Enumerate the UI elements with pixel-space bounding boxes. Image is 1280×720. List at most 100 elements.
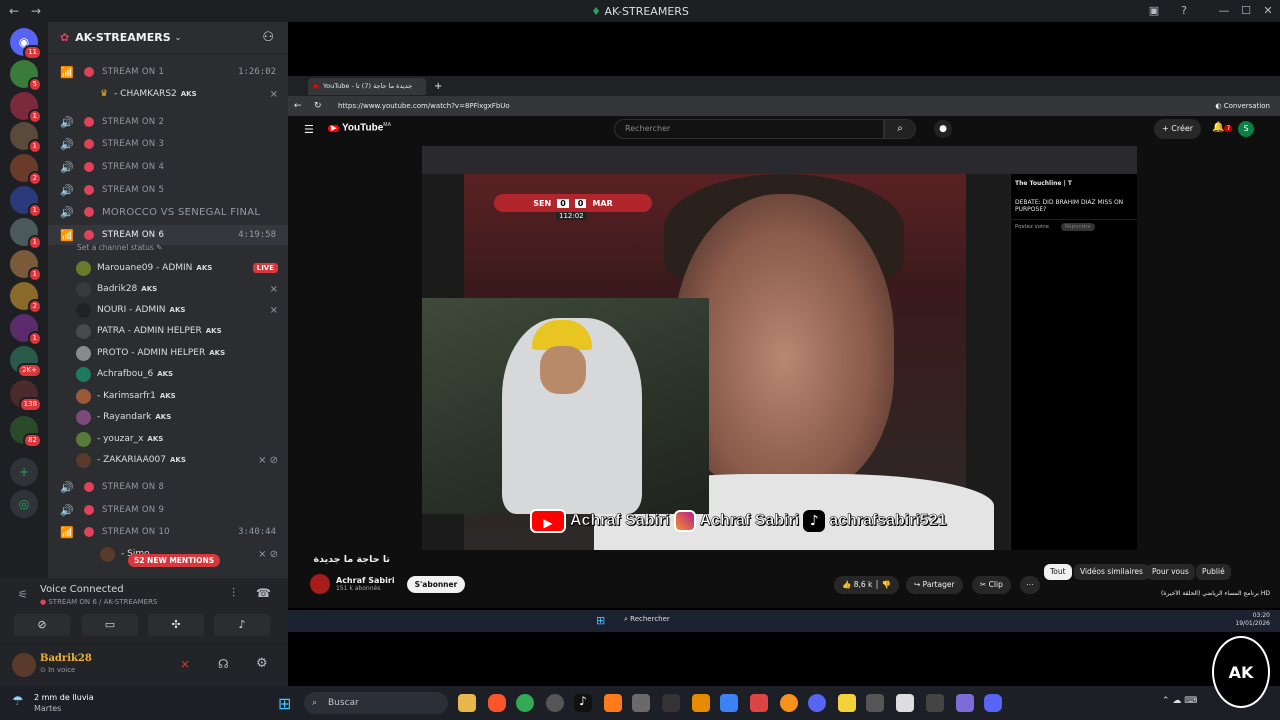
new-mentions-pill[interactable]: 52 NEW MENTIONS [128,554,221,567]
share-button[interactable]: ↪ Partager [906,576,963,594]
voice-user[interactable]: ♛ - CHAMKARS2 AKS ⨯ [76,84,284,104]
tiktok-icon[interactable]: ♪ [574,694,592,712]
voice-user[interactable]: Achrafbou_6 AKS [76,364,284,384]
app-icon[interactable] [604,694,622,712]
server-icon[interactable]: 2 [10,154,42,186]
subscribe-button[interactable]: S'abonner [406,575,466,593]
invite-people-icon[interactable]: ⚇ [262,30,274,45]
app-icon[interactable] [750,694,768,712]
like-button[interactable]: 👍 8,6 k │ 👎 [834,576,900,594]
server-icon[interactable]: 2K+ [10,346,42,378]
app-icon[interactable] [866,694,884,712]
screen-share-button[interactable]: ▭ [82,614,138,636]
discord-active-icon[interactable] [984,694,1002,712]
microphone-icon[interactable]: ● [934,120,952,138]
windows-start-icon[interactable]: ⊞ [278,694,291,713]
app-icon[interactable] [632,694,650,712]
chip-related[interactable]: Vidéos similaires [1074,564,1149,580]
browser-tab[interactable]: ▶ YouTube - جديدة ما حاجة (7) تا [308,77,426,95]
add-server-icon[interactable]: + [10,458,38,486]
forward-icon[interactable]: → [28,4,44,18]
voice-channel-final[interactable]: 🔊 MOROCCO VS SENEGAL FINAL [48,202,288,222]
chip-published[interactable]: Publié [1196,564,1231,580]
headphones-icon[interactable]: ☊ [218,657,229,671]
voice-channel-stream-5[interactable]: 🔊 STREAM ON 5 [48,180,288,200]
help-icon[interactable]: ? [1170,0,1198,22]
avatar[interactable] [12,653,36,677]
server-icon[interactable]: 2 [10,282,42,314]
disconnect-icon[interactable]: ☎ [256,586,271,600]
voice-user[interactable]: - ZAKARIAA007 AKS ⨯ ⊘ [76,450,284,470]
mic-muted-icon[interactable]: ⨯ [180,657,190,671]
url-field[interactable]: https://www.youtube.com/watch?v=8PFixgxF… [338,102,510,110]
voice-user[interactable]: PROTO - ADMIN HELPER AKS [76,343,284,363]
youtube-search-input[interactable]: Rechercher [614,119,884,139]
chip-for-you[interactable]: Pour vous [1146,564,1195,580]
guild-header[interactable]: ✿ AK-STREAMERS ⌄ ⚇ [48,22,288,54]
brave-browser-icon[interactable] [488,694,506,712]
server-icon[interactable]: 1 [10,122,42,154]
server-icon[interactable]: 1 [10,250,42,282]
notes-icon[interactable] [838,694,856,712]
channel-name[interactable]: Achraf Sabiri [336,576,395,585]
voice-user[interactable]: PATRA - ADMIN HELPER AKS [76,321,284,341]
gear-icon[interactable]: ⚙ [256,656,268,671]
channel-avatar[interactable] [310,574,330,594]
weather-icon[interactable]: ☂ [12,694,24,709]
voice-channel-stream-9[interactable]: 🔊 STREAM ON 9 [48,500,288,520]
server-icon[interactable]: 5 [10,60,42,92]
account-avatar[interactable]: S [1238,121,1254,137]
back-icon[interactable]: ← [294,101,302,111]
voice-channel-stream-6[interactable]: 📶 STREAM ON 6 4:19:58 [48,225,288,245]
server-folder-icon[interactable]: 82 [10,416,42,448]
new-tab-icon[interactable]: + [434,81,442,92]
channel-status-prompt[interactable]: Set a channel status ✎ [77,243,162,252]
voice-user[interactable]: NOURI - ADMIN AKS ⨯ [76,300,284,320]
discord-icon[interactable] [808,694,826,712]
recommended-video-title[interactable]: HD برنامج المساء الرياضي (الحلقة الأخيرة… [1150,590,1270,597]
create-button[interactable]: + Créer [1154,119,1202,139]
server-icon[interactable]: 1 [10,314,42,346]
store-icon[interactable] [926,694,944,712]
app-icon[interactable] [956,694,974,712]
youtube-logo[interactable]: ▶ YouTubeMA [328,122,391,133]
search-icon[interactable]: ⌕ [884,119,916,139]
system-tray-icons[interactable]: ⌃ ☁ ⌨ [1162,696,1197,706]
voice-channel-stream-4[interactable]: 🔊 STREAM ON 4 [48,157,288,177]
video-player[interactable]: SEN 0 0 MAR 112:02 The Touchline | T DEB… [422,146,1137,550]
voice-channel-stream-3[interactable]: 🔊 STREAM ON 3 [48,134,288,154]
more-options-icon[interactable]: ⋯ [1020,576,1040,594]
close-button[interactable]: ✕ [1254,0,1280,22]
terminal-icon[interactable] [662,694,680,712]
server-folder-icon[interactable]: 138 [10,380,42,412]
app-icon[interactable] [720,694,738,712]
obs-icon[interactable] [546,694,564,712]
soundboard-button[interactable]: ♪ [214,614,270,636]
voice-user[interactable]: - Karimsarfr1 AKS [76,386,284,406]
direct-messages-icon[interactable]: ◉ 11 [10,28,42,60]
vlc-icon[interactable] [692,694,710,712]
server-icon[interactable]: 1 [10,92,42,124]
chrome-icon[interactable] [516,694,534,712]
bell-icon[interactable]: 🔔 7 [1212,122,1233,133]
server-icon[interactable]: 1 [10,186,42,218]
voice-channel-stream-8[interactable]: 🔊 STREAM ON 8 [48,477,288,497]
chip-all[interactable]: Tout [1044,564,1072,580]
weather-widget[interactable]: 2 mm de lluvia Martes [34,692,94,714]
voice-channel-link[interactable]: ● STREAM ON 6 / AK-STREAMERS [40,598,157,606]
voice-user[interactable]: - youzar_x AKS [76,429,284,449]
voice-channel-stream-10[interactable]: 📶 STREAM ON 10 3:40:44 [48,522,288,542]
app-icon[interactable] [896,694,914,712]
noise-suppression-icon[interactable]: ⫶ [232,586,235,601]
voice-user[interactable]: Badrik28 AKS ⨯ [76,279,284,299]
reload-icon[interactable]: ↻ [314,101,322,111]
back-icon[interactable]: ← [6,4,22,18]
camera-button[interactable]: ⊘ [14,614,70,636]
file-explorer-icon[interactable] [458,694,476,712]
voice-user[interactable]: Marouane09 - ADMIN AKS LIVE [76,258,284,278]
activities-button[interactable]: ✣ [148,614,204,636]
voice-channel-stream-2[interactable]: 🔊 STREAM ON 2 [48,112,288,132]
conversation-button[interactable]: ◐ Conversation [1215,102,1270,110]
app-icon[interactable] [780,694,798,712]
menu-icon[interactable]: ☰ [304,123,314,136]
